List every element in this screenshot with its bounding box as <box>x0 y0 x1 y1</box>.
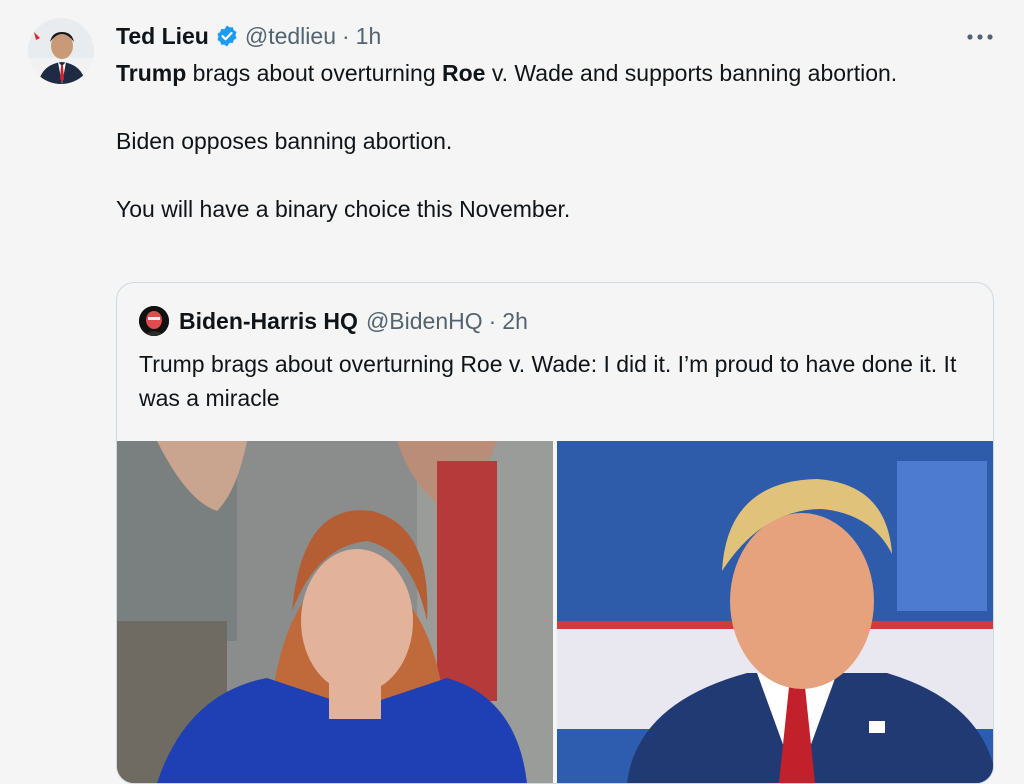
verified-badge-icon <box>215 24 239 48</box>
bold-roe: Roe <box>442 60 486 86</box>
tweet-line-3: You will have a binary choice this Novem… <box>116 196 571 222</box>
author-avatar[interactable] <box>28 18 94 84</box>
tweet-timestamp[interactable]: 1h <box>356 23 382 50</box>
quoted-tweet[interactable]: Biden-Harris HQ @BidenHQ · 2h Trump brag… <box>116 282 994 784</box>
tweet-line-1: Trump brags about overturning Roe v. Wad… <box>116 56 976 90</box>
bold-trump: Trump <box>116 60 187 86</box>
quoted-tweet-header: Biden-Harris HQ @BidenHQ · 2h <box>139 305 528 337</box>
quoted-author-handle[interactable]: @BidenHQ <box>366 308 483 335</box>
line1-text-a: brags about overturning <box>186 60 442 86</box>
quoted-author-avatar[interactable] <box>139 306 169 336</box>
avatar-photo <box>28 18 94 84</box>
quoted-tweet-timestamp[interactable]: 2h <box>502 308 528 335</box>
more-dots-icon[interactable] <box>966 20 994 48</box>
tweet-body: Trump brags about overturning Roe v. Wad… <box>116 56 976 226</box>
quoted-tweet-media <box>117 441 993 783</box>
quoted-tweet-text: Trump brags about overturning Roe v. Wad… <box>139 351 957 411</box>
quoted-author-name[interactable]: Biden-Harris HQ <box>179 308 358 335</box>
line1-text-b: v. Wade and supports banning abortion. <box>485 60 898 86</box>
author-name[interactable]: Ted Lieu <box>116 23 209 50</box>
separator-dot: · <box>341 22 350 49</box>
author-handle[interactable]: @tedlieu <box>245 23 336 50</box>
quoted-separator-dot: · <box>488 307 497 334</box>
media-photo-woman[interactable] <box>117 441 553 783</box>
tweet-header: Ted Lieu @tedlieu · 1h <box>116 20 381 52</box>
tweet-line-2: Biden opposes banning abortion. <box>116 128 453 154</box>
media-photo-trump[interactable] <box>557 441 993 783</box>
